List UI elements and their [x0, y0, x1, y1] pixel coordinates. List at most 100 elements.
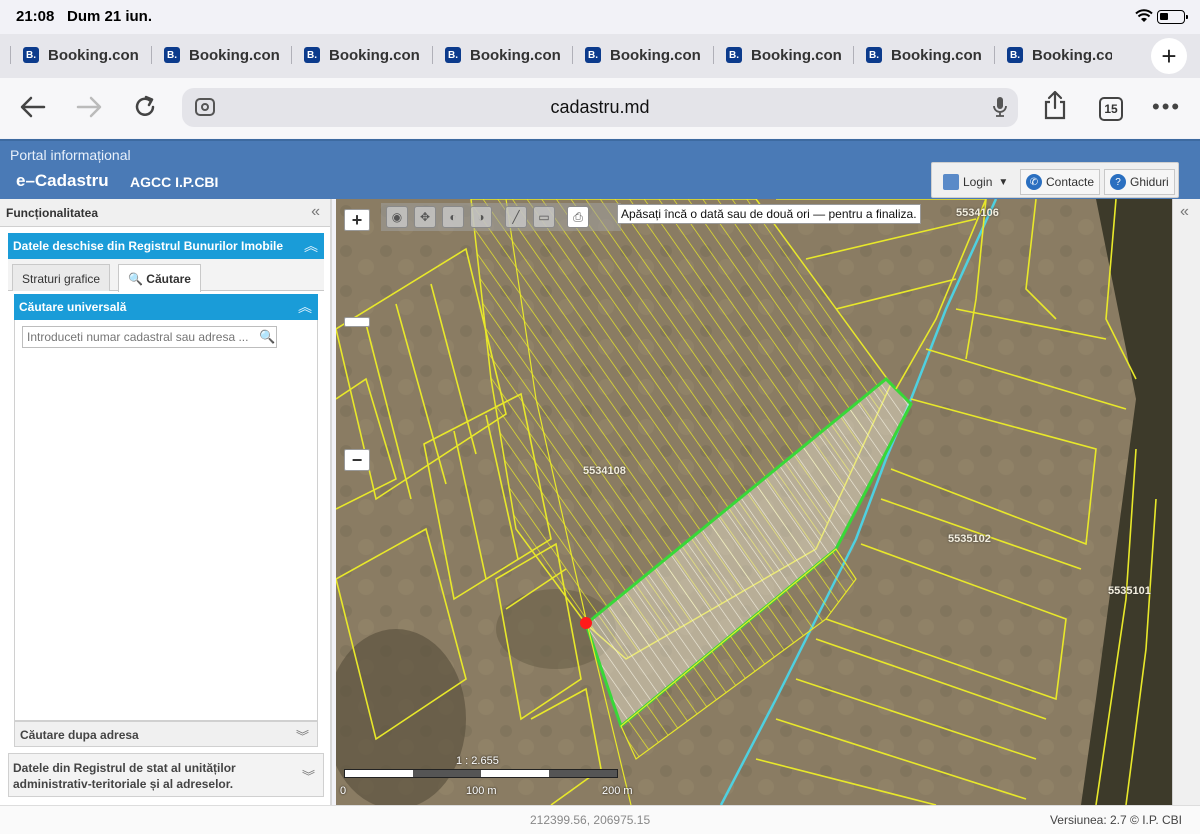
status-time: 21:08 [16, 8, 55, 25]
scale-tick: 100 m [466, 785, 497, 797]
chevron-double-down-icon[interactable]: ︾ [296, 726, 309, 745]
search-icon[interactable]: 🔍 [259, 329, 275, 345]
universal-search-title: Căutare universală [19, 300, 127, 314]
satellite-map[interactable] [336, 199, 1172, 805]
chevron-double-up-icon[interactable]: ︽ [304, 236, 318, 256]
address-bar[interactable]: cadastru.md [182, 88, 1018, 127]
zoom-forward-icon[interactable]: ◑ [470, 206, 492, 228]
scale-bar [344, 769, 618, 778]
tab-label: Straturi grafice [22, 272, 101, 286]
search-icon: 🔍 [128, 272, 143, 286]
header-button-group: Login ▼ ✆ Contacte ? Ghiduri [931, 162, 1179, 198]
portal-brand[interactable]: e–Cadastru [16, 171, 109, 191]
browser-toolbar: cadastru.md 15 ••• [0, 78, 1200, 138]
chevron-double-down-icon[interactable]: ︾ [302, 766, 315, 785]
booking-favicon-icon: B. [304, 47, 320, 63]
map-marker[interactable] [580, 617, 592, 629]
zoom-in-button[interactable]: + [344, 209, 370, 231]
forward-button[interactable] [74, 92, 104, 122]
panel-tabbar: Straturi grafice 🔍 Căutare [8, 259, 324, 292]
functionality-panel: Funcționalitatea « Datele deschise din R… [0, 199, 332, 805]
print-icon[interactable]: ⎙ [567, 206, 589, 228]
browser-tab[interactable]: B. Booking.con [853, 42, 983, 68]
caret-down-icon: ▼ [998, 176, 1009, 188]
more-options-button[interactable]: ••• [1152, 96, 1181, 118]
browser-tab-strip: B. Booking.con B. Booking.con B. Booking.co… [0, 34, 1200, 78]
scale-ratio: 1 : 2.655 [456, 755, 499, 767]
tab-title: Booking.con [1032, 46, 1112, 64]
ghiduri-label: Ghiduri [1130, 175, 1169, 189]
login-icon [943, 174, 959, 190]
panel-title-bar: Funcționalitatea « [0, 199, 330, 227]
tab-title: Booking.con [610, 46, 701, 64]
booking-favicon-icon: B. [164, 47, 180, 63]
browser-tab[interactable]: B. Booking.con [10, 42, 140, 68]
address-registry-title: Datele din Registrul de stat al unitățil… [13, 761, 236, 791]
contacte-button[interactable]: ✆ Contacte [1020, 169, 1101, 195]
measure-line-icon[interactable]: ╱ [505, 206, 527, 228]
login-button[interactable]: Login ▼ [938, 169, 1013, 195]
ghiduri-button[interactable]: ? Ghiduri [1104, 169, 1175, 195]
zoom-slider-handle[interactable] [344, 317, 370, 327]
tab-title: Booking.con [891, 46, 982, 64]
map-canvas[interactable]: + − ◉ ✥ ◐ ◑ ╱ ▭ ⎙ Apăsați încă o dată sa… [336, 199, 1172, 805]
address-search-title: Căutare dupa adresa [20, 728, 139, 742]
panel-title: Funcționalitatea [6, 206, 99, 220]
tab-straturi-grafice[interactable]: Straturi grafice [12, 264, 111, 291]
parcel-label: 5534106 [956, 207, 999, 219]
scale-tick: 0 [340, 785, 347, 797]
back-button[interactable] [18, 92, 48, 122]
zoom-back-icon[interactable]: ◐ [442, 206, 464, 228]
zoom-out-button[interactable]: − [344, 449, 370, 471]
parcel-label: 5535101 [1108, 585, 1151, 597]
browser-tab[interactable]: B. Booking.con [432, 42, 562, 68]
scale-tick: 200 m [602, 785, 633, 797]
tab-cautare[interactable]: 🔍 Căutare [118, 264, 201, 292]
accordion-address-registry[interactable]: Datele din Registrul de stat al unitățil… [8, 753, 324, 797]
expand-right-panel-icon[interactable]: « [1180, 203, 1189, 221]
new-tab-button[interactable]: + [1151, 38, 1187, 74]
arrow-right-icon [76, 96, 102, 118]
login-label: Login [963, 175, 993, 189]
browser-tab[interactable]: B. Booking.con [994, 42, 1112, 68]
tab-title: Booking.con [751, 46, 842, 64]
ios-status-bar: 21:08 Dum 21 iun. [0, 0, 1200, 34]
tab-count-button[interactable]: 15 [1099, 97, 1123, 121]
tab-title: Booking.con [329, 46, 420, 64]
browser-tab[interactable]: B. Booking.con [713, 42, 843, 68]
browser-tab[interactable]: B. Booking.con [151, 42, 281, 68]
battery-icon [1157, 10, 1188, 24]
pan-icon[interactable]: ✥ [414, 206, 436, 228]
accordion-open-data[interactable]: Datele deschise din Registrul Bunurilor … [8, 233, 324, 259]
search-results-area [14, 352, 318, 721]
accordion-universal-search[interactable]: Căutare universală ︽ [14, 294, 318, 320]
share-icon [1044, 90, 1066, 120]
accordion-address-search[interactable]: Căutare dupa adresa ︾ [14, 721, 318, 747]
microphone-icon[interactable] [992, 96, 1008, 118]
booking-favicon-icon: B. [1007, 47, 1023, 63]
chevron-double-up-icon[interactable]: ︽ [298, 297, 312, 317]
measure-area-icon[interactable]: ▭ [533, 206, 555, 228]
status-date: Dum 21 iun. [67, 8, 153, 25]
cadastral-search-input[interactable] [22, 326, 277, 348]
map-toolbar: ◉ ✥ ◐ ◑ ╱ ▭ ⎙ [381, 203, 621, 231]
tab-title: Booking.con [48, 46, 139, 64]
portal-org: AGCC I.P.CBI [130, 174, 219, 190]
arrow-left-icon [20, 96, 46, 118]
tab-title: Booking.con [470, 46, 561, 64]
tab-title: Booking.con [189, 46, 280, 64]
measure-tooltip: Apăsați încă o dată sau de două ori — pe… [617, 204, 921, 224]
browser-tab[interactable]: B. Booking.con [291, 42, 421, 68]
search-container: 🔍 [14, 320, 318, 352]
browser-tab[interactable]: B. Booking.con [572, 42, 702, 68]
url-text: cadastru.md [550, 97, 650, 117]
booking-favicon-icon: B. [866, 47, 882, 63]
share-button[interactable] [1040, 90, 1070, 120]
status-footer: 212399.56, 206975.15 Versiunea: 2.7 © I.… [0, 805, 1200, 834]
collapse-panel-icon[interactable]: « [311, 203, 320, 221]
contacte-label: Contacte [1046, 175, 1095, 189]
globe-icon[interactable]: ◉ [386, 206, 408, 228]
tab-label: Căutare [146, 272, 191, 286]
parcel-label: 5534108 [583, 465, 626, 477]
reload-button[interactable] [130, 92, 160, 122]
